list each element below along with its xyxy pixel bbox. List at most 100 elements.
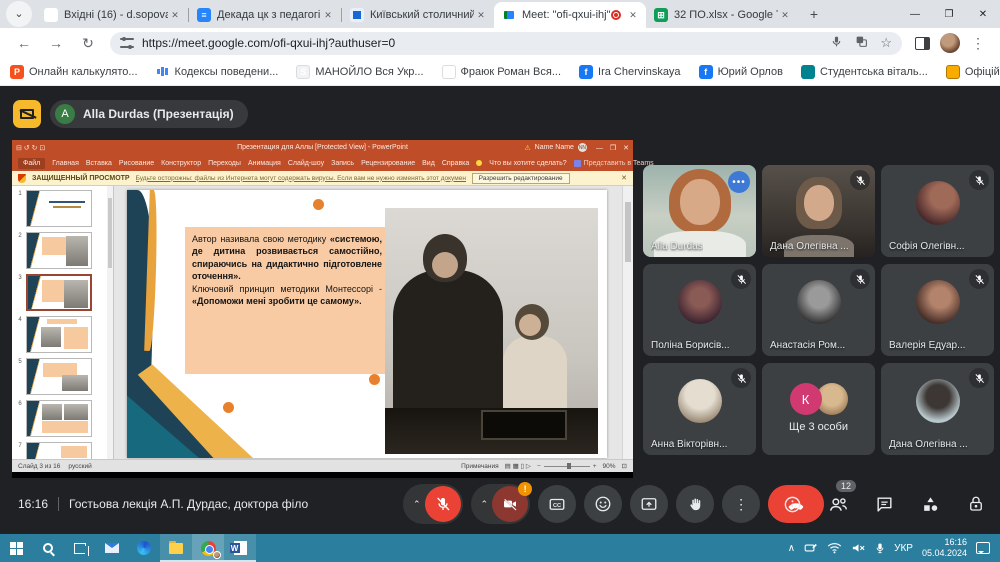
ppt-quick-access-toolbar[interactable]: ⊟ ↺ ↻ ⊡	[16, 144, 45, 152]
bookmark-item[interactable]: Студентська віталь...	[801, 65, 928, 79]
slide-thumbnail[interactable]: 4	[14, 316, 111, 353]
mic-options-chevron-icon[interactable]: ⌃	[409, 499, 425, 510]
ppt-tell-me[interactable]: Что вы хотите сделать?	[489, 160, 566, 167]
url-text[interactable]: https://meet.google.com/ofi-qxui-ihj?aut…	[142, 36, 395, 50]
voice-search-icon[interactable]	[830, 35, 843, 48]
tab-close-icon[interactable]: ✕	[626, 8, 640, 22]
ppt-tab-insert[interactable]: Вставка	[86, 160, 112, 167]
captions-button[interactable]: CC	[538, 485, 576, 523]
ppt-tab-view[interactable]: Вид	[422, 160, 435, 167]
ppt-tab-home[interactable]: Главная	[52, 160, 79, 167]
tile-alla-durdas[interactable]: ••• Alla Durdas	[643, 165, 756, 257]
slide-scrollbar[interactable]	[622, 186, 633, 459]
chrome-app-icon[interactable]	[192, 534, 224, 562]
microphone-tray-icon[interactable]	[875, 542, 885, 555]
new-tab-button[interactable]: +	[802, 2, 826, 26]
ppt-tab-animations[interactable]: Анимация	[248, 160, 281, 167]
wifi-icon[interactable]	[827, 542, 842, 554]
tab-search-chevron-icon[interactable]: ⌄	[6, 1, 32, 27]
language-indicator[interactable]: УКР	[894, 543, 913, 554]
bookmark-star-icon[interactable]: ☆	[880, 35, 892, 51]
window-minimize-button[interactable]: —	[898, 0, 932, 28]
ppt-restore-button[interactable]: ❐	[610, 145, 616, 152]
notes-button[interactable]: Примечания	[461, 463, 499, 470]
taskbar-clock[interactable]: 16:16 05.04.2024	[922, 537, 967, 560]
people-button[interactable]: 12	[826, 492, 850, 516]
screen-share-area[interactable]: ⊟ ↺ ↻ ⊡ Презентация для Аллы [Protected …	[12, 140, 633, 478]
bookmark-item[interactable]: PОнлайн калькулято...	[10, 65, 138, 79]
task-view-icon[interactable]	[64, 534, 96, 562]
camera-off-button[interactable]: !	[492, 486, 528, 522]
tab-close-icon[interactable]: ✕	[778, 8, 792, 22]
more-options-button[interactable]: ⋮	[722, 485, 760, 523]
ppt-tab-transitions[interactable]: Переходы	[208, 160, 241, 167]
tile-valeria[interactable]: Валерія Едуар...	[881, 264, 994, 356]
ppt-account-name[interactable]: Name Name	[535, 144, 574, 151]
ppt-tab-file[interactable]: Файл	[18, 158, 45, 169]
hidden-icons-chevron-icon[interactable]: ∧	[788, 543, 795, 554]
present-in-teams-button[interactable]: Представить в Teams	[574, 160, 654, 167]
tab-meet-active[interactable]: Meet: "ofi-qxui-ihj" ✕	[494, 2, 646, 28]
tab-sheets[interactable]: ⊞ 32 ПО.xlsx - Google Таблиц... ✕	[646, 2, 798, 28]
mail-app-icon[interactable]	[96, 534, 128, 562]
bookmark-item[interactable]: SМАНОЙЛО Вся Укр...	[296, 65, 423, 79]
tile-dana-2[interactable]: Дана Олегівна ...	[881, 363, 994, 455]
window-restore-button[interactable]: ❐	[932, 0, 966, 28]
ppt-tab-record[interactable]: Запись	[331, 160, 354, 167]
ppt-tab-review[interactable]: Рецензирование	[361, 160, 415, 167]
ppt-tab-design[interactable]: Конструктор	[161, 160, 201, 167]
tab-docs[interactable]: ≡ Декада цк з педагогічної о... ✕	[189, 2, 341, 28]
mic-muted-button[interactable]	[425, 486, 461, 522]
site-settings-icon[interactable]	[120, 38, 134, 48]
bookmark-item[interactable]: Фраюк Роман Вся...	[442, 65, 561, 79]
taskbar-search-icon[interactable]	[32, 534, 64, 562]
camera-options-chevron-icon[interactable]: ⌃	[477, 499, 493, 510]
start-button[interactable]	[0, 534, 32, 562]
view-switcher[interactable]: ▤ ▦ ▯ ▷	[505, 462, 531, 470]
bookmark-item[interactable]: Офіційний сайт Уп...	[946, 65, 1000, 79]
presenter-pill[interactable]: A Alla Durdas (Презентація)	[50, 100, 248, 128]
bookmark-item[interactable]: Кодексы поведени...	[156, 65, 279, 79]
protected-bar-close-icon[interactable]: ✕	[621, 174, 627, 182]
tile-more-people[interactable]: К Ще 3 особи	[762, 363, 875, 455]
file-explorer-icon[interactable]	[160, 534, 192, 562]
slide-thumbnail-selected[interactable]: 3	[14, 274, 111, 311]
tile-options-icon[interactable]: •••	[728, 171, 750, 193]
tab-close-icon[interactable]: ✕	[321, 8, 335, 22]
address-bar[interactable]: https://meet.google.com/ofi-qxui-ihj?aut…	[110, 32, 902, 55]
chat-button[interactable]	[872, 492, 896, 516]
meeting-details-button[interactable]	[780, 492, 804, 516]
host-controls-button[interactable]	[964, 492, 988, 516]
word-app-icon[interactable]	[224, 534, 256, 562]
ppt-tab-slideshow[interactable]: Слайд-шоу	[288, 160, 324, 167]
tile-polina[interactable]: Поліна Борисів...	[643, 264, 756, 356]
ppt-account-avatar[interactable]: NN	[578, 143, 587, 152]
enable-editing-button[interactable]: Разрешить редактирование	[472, 173, 570, 184]
slide-thumbnail[interactable]: 6	[14, 400, 111, 437]
bookmark-item[interactable]: fЮрий Орлов	[699, 65, 783, 79]
ppt-close-button[interactable]: ✕	[623, 145, 629, 152]
profile-avatar[interactable]	[940, 33, 960, 53]
tile-sofia[interactable]: Софія Олегівн...	[881, 165, 994, 257]
slide-thumbnail[interactable]: 5	[14, 358, 111, 395]
tile-dana-1[interactable]: Дана Олегівна ...	[762, 165, 875, 257]
thumbnail-scrollbar[interactable]	[107, 186, 113, 459]
presentation-hidden-icon[interactable]	[13, 100, 41, 128]
slide-thumbnail[interactable]: 1	[14, 190, 111, 227]
ppt-minimize-button[interactable]: —	[596, 145, 603, 152]
tablet-pen-icon[interactable]	[804, 542, 818, 554]
forward-button[interactable]: →	[44, 31, 68, 55]
tab-university[interactable]: Київський столичний уніве... ✕	[342, 2, 494, 28]
action-center-icon[interactable]	[976, 542, 990, 554]
tab-gmail[interactable]: M Вхідні (16) - d.sopova@kubg ✕	[36, 2, 188, 28]
tab-close-icon[interactable]: ✕	[474, 8, 488, 22]
activities-button[interactable]	[918, 492, 942, 516]
present-screen-button[interactable]	[630, 485, 668, 523]
slide-thumbnail[interactable]: 2	[14, 232, 111, 269]
fit-slide-icon[interactable]: ⊡	[622, 462, 627, 470]
bookmark-item[interactable]: fIra Chervinskaya	[579, 65, 681, 79]
zoom-slider[interactable]: −+	[537, 463, 597, 470]
back-button[interactable]: ←	[12, 31, 36, 55]
tab-close-icon[interactable]: ✕	[168, 8, 182, 22]
tile-anastasia[interactable]: Анастасія Ром...	[762, 264, 875, 356]
